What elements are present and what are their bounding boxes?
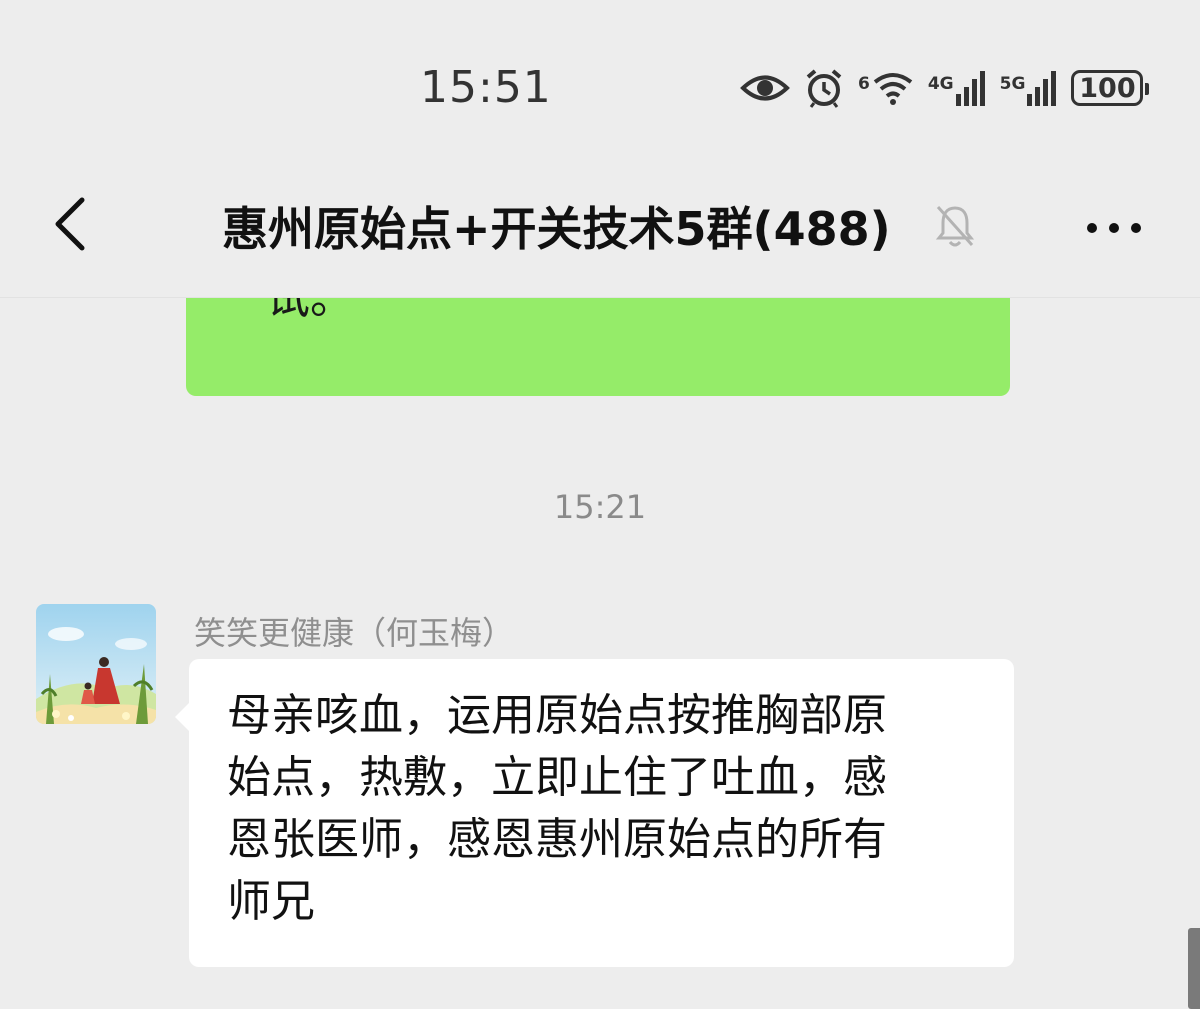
status-icons: 6 4G 5G 100 — [740, 62, 1150, 114]
more-options-button[interactable] — [1078, 206, 1150, 250]
message-line: 母亲咳血，运用原始点按推胸部原 — [227, 690, 887, 741]
chat-title: 惠州原始点+开关技术5群(488) — [222, 202, 891, 256]
message-line: 始点，热敷，立即止住了吐血，感 — [227, 752, 887, 803]
mute-bell-icon — [934, 203, 976, 253]
battery-icon: 100 — [1071, 70, 1150, 106]
incoming-message-bubble[interactable]: 母亲咳血，运用原始点按推胸部原 始点，热敷，立即止住了吐血，感 恩张医师，感恩惠… — [175, 659, 1014, 967]
signal-5g-icon: 5G — [1000, 70, 1058, 106]
alarm-icon — [804, 68, 844, 108]
outgoing-message-text: 一试。 — [222, 298, 354, 324]
back-button[interactable] — [40, 196, 100, 256]
outgoing-message-bubble[interactable]: 一试。 — [186, 298, 1010, 396]
message-line: 恩张医师，感恩惠州原始点的所有 — [227, 814, 887, 865]
battery-level: 100 — [1079, 72, 1136, 104]
sender-name: 笑笑更健康（何玉梅） — [194, 614, 515, 652]
scrollbar[interactable] — [1188, 928, 1200, 1009]
message-line: 师兄 — [227, 876, 315, 927]
message-timestamp: 15:21 — [553, 488, 647, 526]
more-dots-icon — [1086, 219, 1142, 238]
back-chevron-icon — [52, 196, 88, 256]
message-list[interactable]: 一试。 15:21 笑笑更健康（何玉梅） 母亲咳血，运用原始点按推胸部原 始点，… — [0, 298, 1200, 1009]
avatar[interactable] — [36, 604, 156, 724]
status-time: 15:51 — [420, 62, 552, 113]
wifi-icon: 6 — [858, 70, 914, 106]
eye-icon — [740, 71, 790, 105]
signal-4g-icon: 4G — [928, 70, 986, 106]
